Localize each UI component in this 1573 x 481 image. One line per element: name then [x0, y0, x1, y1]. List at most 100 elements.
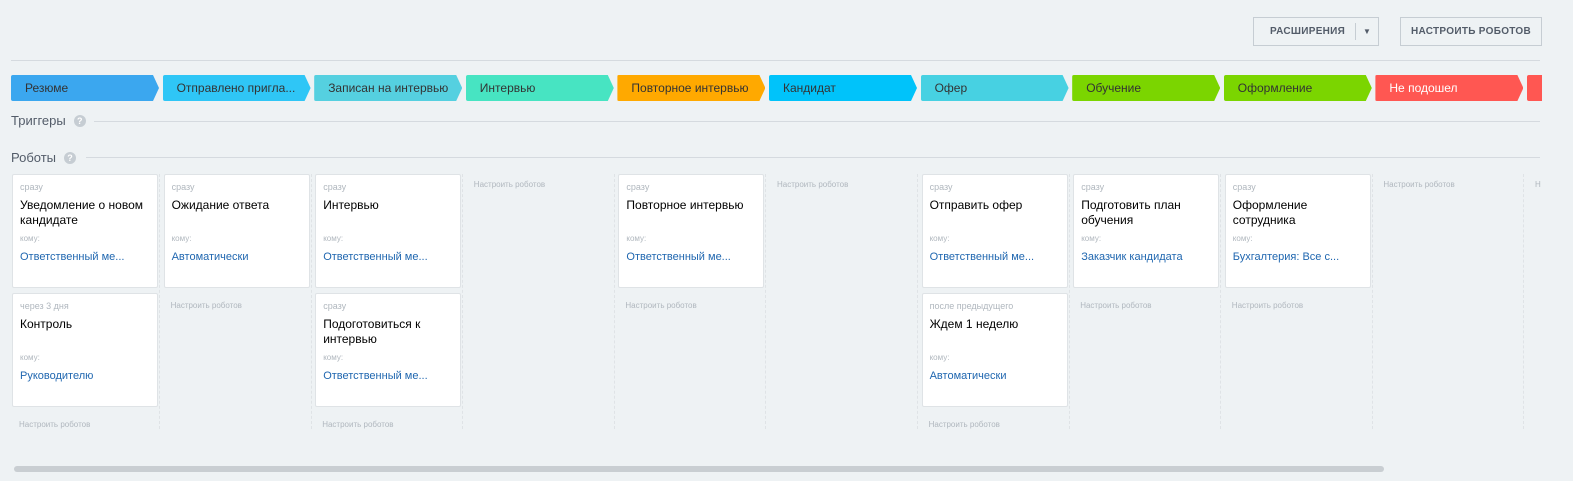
robot-delay: сразу [323, 301, 347, 311]
configure-robots-label: НАСТРОИТЬ РОБОТОВ [1410, 26, 1532, 37]
robot-column: сразу Уведомление о новом кандидате кому… [11, 174, 160, 429]
robot-title: Ожидание ответа [171, 198, 270, 212]
stage-bar: Резюме Отправлено пригла... Записан на инт… [11, 75, 1542, 101]
robot-recipient[interactable]: Автоматически [930, 370, 1060, 382]
robot-card[interactable]: сразу Уведомление о новом кандидате кому… [12, 174, 158, 288]
robot-column: сразу Подготовить план обучения кому: За… [1072, 174, 1222, 429]
stage-1[interactable]: Отправлено пригла... [162, 75, 311, 101]
robot-delay: сразу [20, 182, 43, 192]
robot-delay: сразу [1232, 182, 1256, 192]
configure-robots-link[interactable]: Настроить роботов [171, 301, 242, 310]
robot-title: Ждем 1 неделю [929, 317, 1019, 331]
robot-card[interactable]: сразу Подготовить план обучения кому: За… [1073, 174, 1220, 288]
stage-8[interactable]: Оформление [1223, 75, 1372, 101]
stage-label: Интервью [479, 81, 536, 95]
stage-label: Оформление [1237, 81, 1313, 95]
stage-0[interactable]: Резюме [11, 75, 159, 101]
robot-recipient[interactable]: Ответственный ме... [20, 251, 150, 263]
robot-delay: через 3 дня [20, 301, 69, 311]
configure-robots-link[interactable]: Настроить роботов [19, 420, 90, 429]
robot-to-label: кому: [626, 234, 647, 243]
robot-title: Контроль [20, 317, 73, 331]
stage-label: Офер [934, 81, 968, 95]
robot-to-label: кому: [171, 234, 192, 243]
robot-column: Настроить роботов [769, 174, 918, 429]
stage-5[interactable]: Кандидат [769, 75, 917, 101]
stage-label: Резюме [25, 81, 69, 95]
configure-robots-link[interactable]: Настроить роботов [1080, 301, 1151, 310]
horizontal-scrollbar[interactable] [14, 466, 1384, 472]
robots-divider [86, 157, 1540, 158]
robot-to-label: кому: [323, 234, 344, 243]
help-icon[interactable]: ? [64, 151, 77, 164]
stage-9[interactable]: Не подошел [1375, 75, 1524, 101]
configure-robots-link[interactable]: Настроить роботов [929, 420, 1000, 429]
robot-to-label: кому: [323, 353, 344, 362]
triggers-heading: Триггеры? [11, 113, 86, 128]
robot-delay: сразу [929, 182, 953, 192]
stage-label: Повторное интервью [631, 81, 749, 95]
configure-robots-link[interactable]: Настроить роботов [474, 180, 545, 189]
robot-card[interactable]: сразу Отправить офер кому: Ответственный… [921, 174, 1068, 288]
configure-robots-link[interactable]: Настроить роботов [1232, 301, 1303, 310]
robot-delay: после предыдущего [929, 301, 1014, 311]
triggers-label: Триггеры [11, 113, 66, 128]
configure-robots-button[interactable]: НАСТРОИТЬ РОБОТОВ [1400, 17, 1542, 46]
robot-card[interactable]: после предыдущего Ждем 1 неделю кому: Ав… [921, 293, 1068, 407]
robot-recipient[interactable]: Ответственный ме... [930, 251, 1060, 263]
robot-title: Отправить офер [929, 198, 1023, 212]
robot-recipient[interactable]: Бухгалтерия: Все с... [1233, 251, 1363, 263]
configure-robots-link[interactable]: Настроить роботов [322, 420, 393, 429]
stage-label: Записан на интервью [328, 81, 449, 95]
robot-delay: сразу [171, 182, 195, 192]
robot-to-label: кому: [20, 353, 40, 362]
extensions-label: РАСШИРЕНИЯ [1270, 26, 1346, 37]
triggers-divider [94, 121, 1540, 122]
robot-card[interactable]: сразу Повторное интервью кому: Ответстве… [618, 174, 765, 288]
robot-card[interactable]: сразу Оформление сотрудника кому: Бухгал… [1224, 174, 1371, 288]
robot-title: Повторное интервью [626, 198, 744, 212]
robot-card[interactable]: сразу Интервью кому: Ответственный ме... [315, 174, 462, 288]
stage-4[interactable]: Повторное интервью [617, 75, 766, 101]
robot-card[interactable]: сразу Подоготовиться к интервью кому: От… [315, 293, 462, 407]
robot-title: Интервью [323, 198, 379, 212]
robot-delay: сразу [323, 182, 347, 192]
robots-label: Роботы [11, 150, 57, 165]
robot-recipient[interactable]: Ответственный ме... [323, 370, 453, 382]
configure-robots-link[interactable]: Настроить роботов [777, 180, 848, 189]
help-icon[interactable]: ? [73, 114, 86, 127]
stage-10[interactable] [1527, 75, 1542, 101]
robot-column: сразу Отправить офер кому: Ответственный… [921, 174, 1070, 429]
robot-recipient[interactable]: Заказчик кандидата [1081, 251, 1211, 263]
stage-3[interactable]: Интервью [465, 75, 614, 101]
robot-card[interactable]: через 3 дня Контроль кому: Руководителю [12, 293, 158, 407]
stage-label: Обучение [1086, 81, 1142, 95]
chevron-down-icon[interactable]: ▼ [1363, 27, 1371, 36]
stage-2[interactable]: Записан на интервью [314, 75, 463, 101]
robot-to-label: кому: [20, 234, 40, 243]
stage-7[interactable]: Обучение [1072, 75, 1221, 101]
robot-column: Настроить роботов [1375, 174, 1525, 429]
stage-label: Не подошел [1389, 81, 1458, 95]
robot-recipient[interactable]: Руководителю [20, 370, 150, 382]
stage-6[interactable]: Офер [920, 75, 1069, 101]
robot-to-label: кому: [929, 234, 950, 243]
robot-recipient[interactable]: Ответственный ме... [626, 251, 756, 263]
configure-robots-link[interactable]: Н [1535, 180, 1541, 189]
configure-robots-link[interactable]: Настроить роботов [1383, 180, 1454, 189]
robot-column: сразу Ожидание ответа кому: Автоматическ… [163, 174, 312, 429]
robot-column: Н [1527, 174, 1541, 429]
robot-column: Настроить роботов [466, 174, 615, 429]
robot-title: Подоготовиться к интервью [323, 317, 421, 346]
robot-delay: сразу [1081, 182, 1105, 192]
robot-column: сразу Интервью кому: Ответственный ме...… [314, 174, 464, 429]
robots-heading: Роботы? [11, 150, 77, 165]
robot-recipient[interactable]: Ответственный ме... [323, 251, 453, 263]
robot-recipient[interactable]: Автоматически [172, 251, 302, 263]
extensions-button[interactable]: РАСШИРЕНИЯ ▼ [1253, 17, 1379, 46]
robot-to-label: кому: [1081, 234, 1102, 243]
robot-to-label: кому: [1232, 234, 1253, 243]
robot-title: Уведомление о новом кандидате [20, 198, 144, 227]
configure-robots-link[interactable]: Настроить роботов [625, 301, 696, 310]
robot-card[interactable]: сразу Ожидание ответа кому: Автоматическ… [163, 174, 310, 288]
